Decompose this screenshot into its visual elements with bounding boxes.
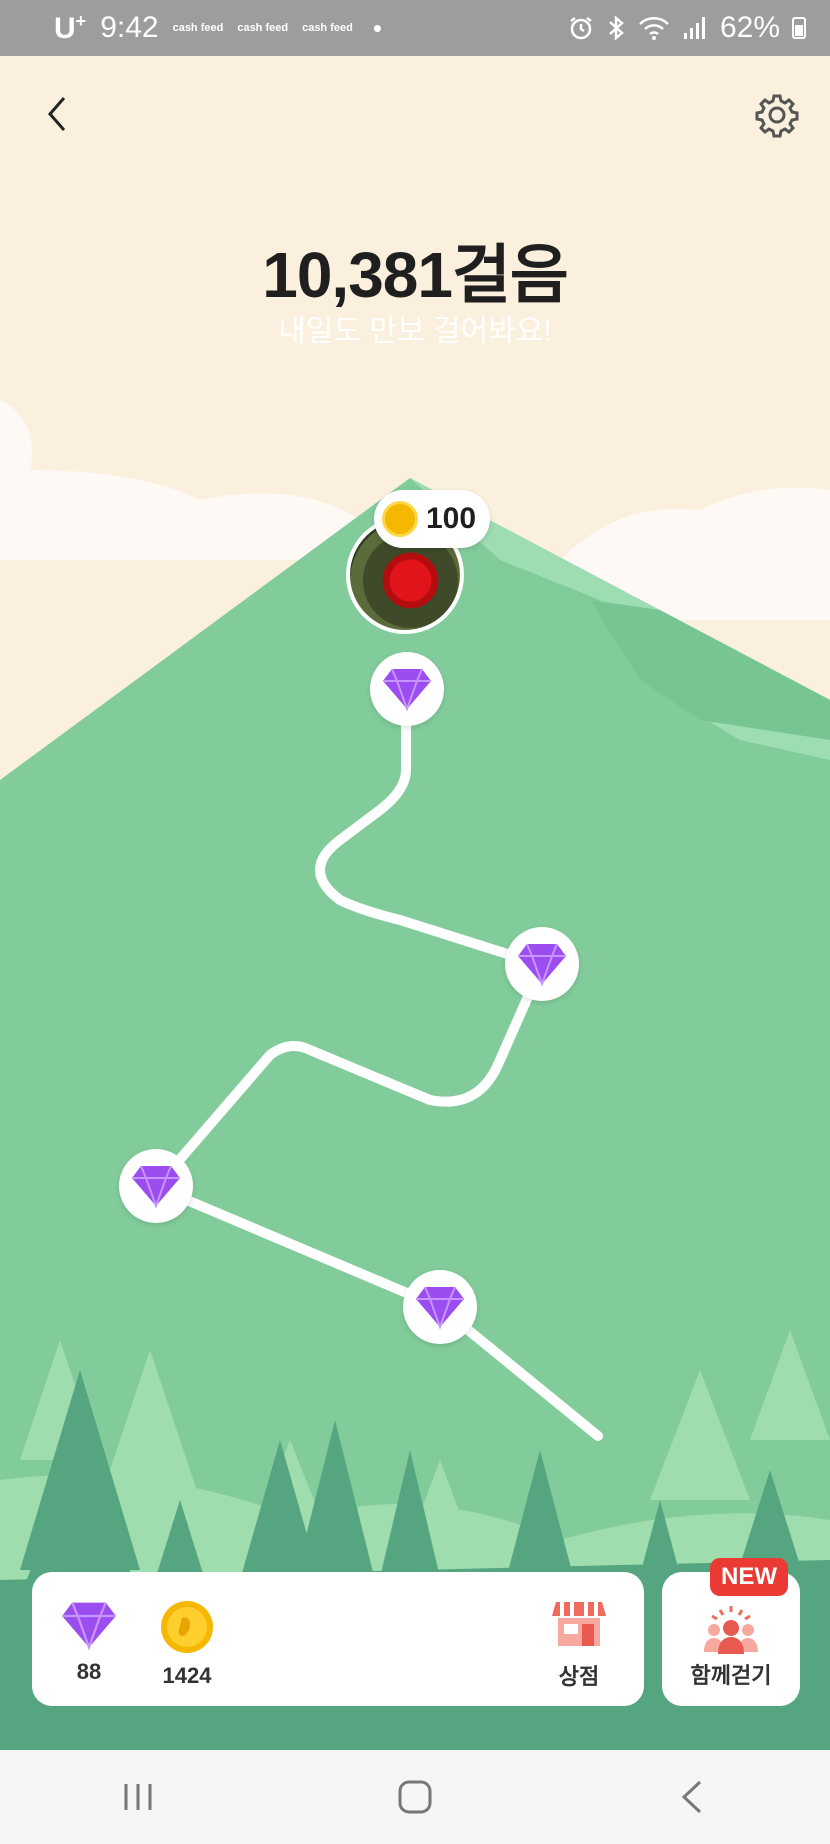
chevron-left-icon: [681, 1780, 701, 1814]
shop-button[interactable]: 상점: [544, 1598, 614, 1691]
diamond-icon: [518, 943, 566, 986]
settings-button[interactable]: [754, 92, 800, 138]
checkpoint-marker[interactable]: [119, 1149, 193, 1223]
alarm-icon: [570, 17, 592, 40]
cloud-left: [0, 400, 360, 560]
shop-label: 상점: [558, 1664, 600, 1689]
chevron-left-icon: [48, 97, 66, 131]
diamond-icon: [132, 1165, 180, 1208]
battery-percent: 62%: [719, 11, 780, 44]
steps-subtitle: 내일도 만보 걸어봐요!: [278, 315, 552, 348]
carrier-label: U+: [54, 10, 87, 45]
bluetooth-icon: [609, 15, 624, 41]
diamond-icon: [416, 1286, 464, 1329]
checkpoint-marker[interactable]: [370, 652, 444, 726]
diamond-count: 88: [76, 1659, 102, 1684]
new-badge: NEW: [710, 1558, 788, 1596]
coin-balance: 1424: [152, 1600, 222, 1689]
status-right: 62%: [568, 11, 806, 45]
gear-icon: [755, 94, 799, 138]
system-back-button[interactable]: [662, 1767, 722, 1827]
cashfeed-notification-icon: cash feed: [302, 22, 353, 34]
wallet-panel: 88 1424 상점: [32, 1572, 644, 1706]
top-bar: [0, 56, 830, 166]
walk-together-label: 함께걷기: [690, 1663, 772, 1688]
diamond-balance: 88: [54, 1600, 124, 1685]
coin-count: 1424: [162, 1663, 212, 1688]
status-bar: U+ 9:42 cash feed cash feed cash feed • …: [0, 0, 830, 56]
diamond-icon: [383, 668, 431, 711]
back-button[interactable]: [38, 94, 78, 134]
wifi-icon: [639, 17, 669, 40]
reward-bubble[interactable]: 100: [374, 490, 491, 548]
coin-icon: [382, 501, 418, 537]
notification-dot: •: [372, 12, 382, 43]
signal-icon: [683, 17, 705, 39]
home-button[interactable]: [385, 1767, 445, 1827]
group-icon: [704, 1606, 758, 1654]
diamond-icon: [62, 1602, 116, 1651]
cashfeed-notification-icon: cash feed: [237, 22, 289, 34]
recent-apps-icon: [124, 1784, 152, 1810]
checkpoint-marker[interactable]: [403, 1270, 477, 1344]
battery-icon: [792, 17, 806, 39]
status-time: 9:42: [100, 11, 159, 44]
store-icon: [552, 1602, 606, 1646]
reward-amount: 100: [426, 502, 477, 535]
steps-title: 10,381걸음: [262, 239, 569, 311]
checkpoint-marker[interactable]: [505, 927, 579, 1001]
coin-icon: [161, 1601, 213, 1653]
cashfeed-notification-icon: cash feed: [172, 22, 224, 34]
system-nav-bar: [0, 1750, 830, 1844]
recent-apps-button[interactable]: [108, 1767, 168, 1827]
home-icon: [398, 1780, 432, 1814]
status-left: U+ 9:42 cash feed cash feed cash feed •: [54, 11, 382, 46]
